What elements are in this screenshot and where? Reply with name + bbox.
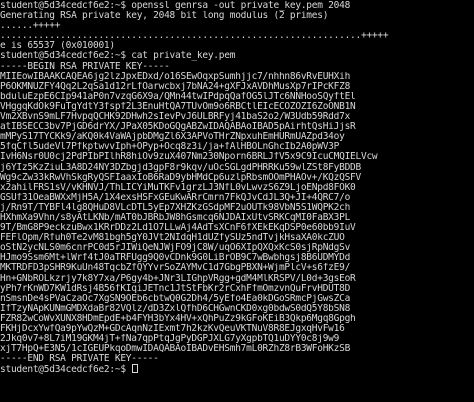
terminal-line-text: j/Rn9T/TYBFl4lg8QHuD8VLcDTL5yEp7XHZKzGSd… xyxy=(0,202,351,213)
terminal-line-text: MKTRDFD3pSHR9KuUn48TqcbZfQYYvrSoZAYMvC1d… xyxy=(0,263,351,274)
terminal-line: FKHjDcxYwfQa9pYwQzM+GDcAqnNzIExmt7h2kzKv… xyxy=(0,324,474,334)
terminal-line: yPh7rKnWD7KW1dRsj4B56fKIqiJETnc1JtStFbKr… xyxy=(0,284,474,294)
terminal-window[interactable]: student@5d34cedcf6e2:~$ openssl genrsa -… xyxy=(0,0,474,402)
terminal-line: x2ahilFRS1sV/vKHNVJ/ThLICYiMuTKFv1grzLJ3… xyxy=(0,183,474,193)
terminal-line: mMPyS17TYCKk9/aKQ0k4VaWAjpbDMgZl6X3APVoT… xyxy=(0,132,474,142)
terminal-line-text: Generating RSA private key, 2048 bit lon… xyxy=(0,11,329,22)
terminal-line-text: bduluEzpE6CIp941aP0n7vzqG6X9a/QMn44twIPd… xyxy=(0,91,356,102)
terminal-line-text: Hn+GNbROLkzrjy7k8Y7xa/P6gy4b+JNr3LIGhpVR… xyxy=(0,273,356,284)
terminal-line-text: -----BEGIN RSA PRIVATE KEY----- xyxy=(0,61,170,72)
terminal-line: IfTzyNApKUNmGMDXdaBr82VQlz/dD3ZxlQfhD6CH… xyxy=(0,304,474,314)
terminal-line-text: e is 65537 (0x010001) xyxy=(0,41,115,52)
terminal-line-text: j6YIz5KzZiuL3A8D24NY3DZbgjd3gpF8r9kqv/uO… xyxy=(0,162,361,173)
terminal-line: student@5d34cedcf6e2:~$ openssl genrsa -… xyxy=(0,1,474,11)
terminal-line: 9T/BmG8P9eckzuBwx1KRrDDz2Ld1O7LLwAj4AdTs… xyxy=(0,223,474,233)
terminal-line-text: -----END RSA PRIVATE KEY----- xyxy=(0,354,159,365)
terminal-line-text: atIBSECC3bv7PjGD6drYX/JPaX05KDoGQgABZwID… xyxy=(0,122,356,133)
terminal-line-text: VHggqKdOk9FuTgYdtY3fspf2L3EnuHtQA7TUvOm9… xyxy=(0,101,356,112)
terminal-line-text: Vm2XBvnS9mLF7HvpqQCHK92DHwh2sIevPvJ6ULBR… xyxy=(0,112,351,123)
terminal-line: Hn+GNbROLkzrjy7k8Y7xa/P6gy4b+JNr3LIGhpVR… xyxy=(0,274,474,284)
terminal-line-text: student@5d34cedcf6e2:~$ xyxy=(0,364,132,375)
terminal-line-text: 9T/BmG8P9eckzuBwx1KRrDDz2Ld1O7LLwAj4AdTs… xyxy=(0,223,356,234)
terminal-line: oStN2ycNLS0m6cnrPC0d5rJIWiQeNJWjFO9jC8W/… xyxy=(0,243,474,253)
terminal-line: P6OKMNUZFY4Qq2L2qSa1d12rLfOarwcbxj7bNA24… xyxy=(0,82,474,92)
terminal-line: ......+++++ xyxy=(0,21,474,31)
terminal-line: xjT7HpQ+E3N5/1cIGEUPkqoDmwIDAQABAoIBADvE… xyxy=(0,344,474,354)
terminal-line: Generating RSA private key, 2048 bit lon… xyxy=(0,11,474,21)
terminal-line: ........................................… xyxy=(0,31,474,41)
terminal-line: -----END RSA PRIVATE KEY----- xyxy=(0,354,474,364)
terminal-line-text: HXhmXa9Vhn/s8yAtLKNb/mAT0bJBRbJW8hGsmcq6… xyxy=(0,212,351,223)
terminal-line-text: xjT7HpQ+E3N5/1cIGEUPkqoDmwIDAQABAoIBADvE… xyxy=(0,344,351,355)
terminal-line: VHggqKdOk9FuTgYdtY3fspf2L3EnuHtQA7TUvOm9… xyxy=(0,102,474,112)
terminal-line-text: P6OKMNUZFY4Qq2L2qSa1d12rLfOarwcbxj7bNA24… xyxy=(0,81,351,92)
terminal-line-text: mMPyS17TYCKk9/aKQ0k4VaWAjpbDMgZl6X3APVoT… xyxy=(0,132,345,143)
terminal-line-text: HJmo9Ssm6Mt+lWrf4tJ0aTRFUgg9Q0vCDnk9G0Li… xyxy=(0,253,351,264)
terminal-line: j6YIz5KzZiuL3A8D24NY3DZbgjd3gpF8r9kqv/uO… xyxy=(0,163,474,173)
terminal-line: MKTRDFD3pSHR9KuUn48TqcbZfQYYvrSoZAYMvC1d… xyxy=(0,263,474,273)
terminal-line: bduluEzpE6CIp941aP0n7vzqG6X9a/QMn44twIPd… xyxy=(0,92,474,102)
terminal-line-text: student@5d34cedcf6e2:~$ cat private_key.… xyxy=(0,51,236,62)
terminal-line-text: FZR82wCoWvXUNX8HDmEpdE+b4FYH3bYx4HV+xQhP… xyxy=(0,313,356,324)
terminal-line-text: ......+++++ xyxy=(0,21,61,32)
terminal-line: Wg9cZw33kRwVhSkgRyQSFIaaxIoB6RaD9ybHMdCp… xyxy=(0,173,474,183)
terminal-line: atIBSECC3bv7PjGD6drYX/JPaX05KDoGQgABZwID… xyxy=(0,122,474,132)
terminal-line-text: 2Jkq0v7+8L7iM19GKM4jT+fNa7qpPtqJgPyDGPJX… xyxy=(0,334,340,345)
terminal-line-text: student@5d34cedcf6e2:~$ openssl genrsa -… xyxy=(0,1,351,11)
terminal-line-text: ........................................… xyxy=(0,31,389,42)
terminal-line: HJmo9Ssm6Mt+lWrf4tJ0aTRFUgg9Q0vCDnk9G0Li… xyxy=(0,253,474,263)
terminal-line: e is 65537 (0x010001) xyxy=(0,41,474,51)
terminal-line: 5fqCfl5udeVl7PfkptwvvIph+OPyp+Ocq8z3i/ja… xyxy=(0,142,474,152)
terminal-line-text: GSUf31OeaBWXxMjH5A/1X4exsHSFxGEuKwARrCmr… xyxy=(0,192,351,203)
terminal-line: FZR82wCoWvXUNX8HDmEpdE+b4FYH3bYx4HV+xQhP… xyxy=(0,314,474,324)
terminal-line-text: Wg9cZw33kRwVhSkgRyQSFIaaxIoB6RaD9ybHMdCp… xyxy=(0,172,361,183)
terminal-line-text: x2ahilFRS1sV/vKHNVJ/ThLICYiMuTKFv1grzLJ3… xyxy=(0,182,356,193)
prompt-line: student@5d34cedcf6e2:~$ xyxy=(0,364,474,374)
terminal-line: MIIEowIBAAKCAQEA6jg2lzJpxEDxd/o16SEwOqxp… xyxy=(0,72,474,82)
terminal-line-text: yPh7rKnWD7KW1dRsj4B56fKIqiJETnc1JtStFbKr… xyxy=(0,283,351,294)
terminal-line-text: nSmsnDe4sPVaCzaOc7XgSN9OEb6cbtwQ0G2Dh4/5… xyxy=(0,293,351,304)
terminal-line-text: MIIEowIBAAKCAQEA6jg2lzJpxEDxd/o16SEwOqxp… xyxy=(0,71,351,82)
terminal-line: -----BEGIN RSA PRIVATE KEY----- xyxy=(0,62,474,72)
terminal-line: FEFlOpm/Rfuh0Te2vM81bgh5gY0JVt2NIdqH1dUZ… xyxy=(0,233,474,243)
terminal-line-text: FKHjDcxYwfQa9pYwQzM+GDcAqnNzIExmt7h2kzKv… xyxy=(0,324,345,334)
terminal-line-text: IfTzyNApKUNmGMDXdaBr82VQlz/dD3ZxlQfhD6CH… xyxy=(0,303,351,314)
terminal-line: IvH6Nsr0U0cj2PdPIbPIlhR8hiOv9zuX407Nm230… xyxy=(0,152,474,162)
terminal-line: Vm2XBvnS9mLF7HvpqQCHK92DHwh2sIevPvJ6ULBR… xyxy=(0,112,474,122)
terminal-line: nSmsnDe4sPVaCzaOc7XgSN9OEb6cbtwQ0G2Dh4/5… xyxy=(0,294,474,304)
terminal-line-text: 5fqCfl5udeVl7PfkptwvvIph+OPyp+Ocq8z3i/ja… xyxy=(0,142,340,153)
terminal-line-text: FEFlOpm/Rfuh0Te2vM81bgh5gY0JVt2NIdqH1dUZ… xyxy=(0,233,345,244)
terminal-line: 2Jkq0v7+8L7iM19GKM4jT+fNa7qpPtqJgPyDGPJX… xyxy=(0,334,474,344)
terminal-line-text: oStN2ycNLS0m6cnrPC0d5rJIWiQeNJWjFO9jC8W/… xyxy=(0,243,351,254)
terminal-line: GSUf31OeaBWXxMjH5A/1X4exsHSFxGEuKwARrCmr… xyxy=(0,193,474,203)
terminal-line: student@5d34cedcf6e2:~$ cat private_key.… xyxy=(0,51,474,61)
terminal-line: HXhmXa9Vhn/s8yAtLKNb/mAT0bJBRbJW8hGsmcq6… xyxy=(0,213,474,223)
block-cursor-icon xyxy=(132,364,139,374)
terminal-line-text: IvH6Nsr0U0cj2PdPIbPIlhR8hiOv9zuX407Nm230… xyxy=(0,152,378,163)
terminal-line: j/Rn9T/TYBFl4lg8QHuD8VLcDTL5yEp7XHZKzGSd… xyxy=(0,203,474,213)
